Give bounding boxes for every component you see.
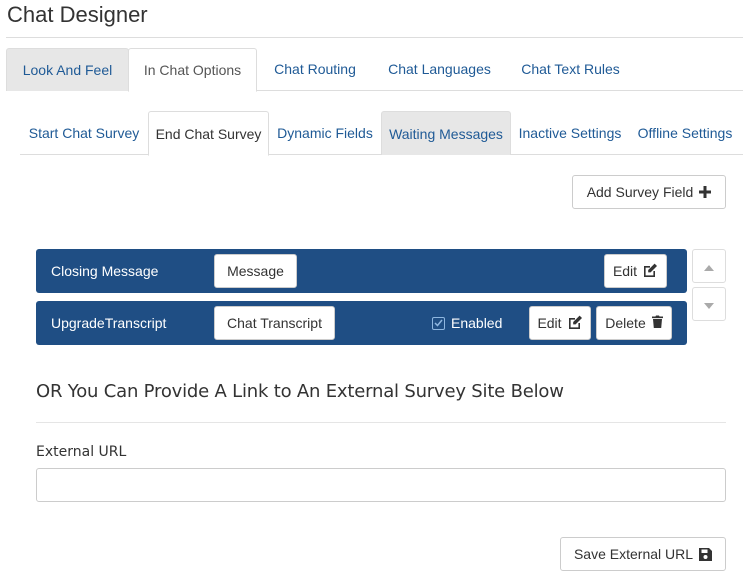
delete-button[interactable]: Delete [596,306,672,340]
tab-end-chat-survey[interactable]: End Chat Survey [148,111,269,156]
tab-chat-routing[interactable]: Chat Routing [257,48,373,91]
external-url-label: External URL [36,444,127,460]
add-survey-field-label: Add Survey Field [586,184,694,200]
floppy-disk-icon [699,547,713,561]
secondary-tabs: Start Chat Survey End Chat Survey Dynami… [20,111,743,156]
external-url-input[interactable] [36,468,726,502]
edit-button[interactable]: Edit [529,306,591,340]
add-survey-field-button[interactable]: Add Survey Field [572,175,726,209]
tab-start-chat-survey[interactable]: Start Chat Survey [20,111,148,155]
tab-chat-languages[interactable]: Chat Languages [373,48,506,91]
survey-field-row: Closing Message Message Edit [36,249,687,293]
edit-button[interactable]: Edit [604,254,667,288]
save-external-url-label: Save External URL [573,546,694,562]
tab-look-and-feel[interactable]: Look And Feel [6,48,129,91]
tab-waiting-messages[interactable]: Waiting Messages [381,111,511,155]
caret-up-icon [704,258,714,274]
move-down-button[interactable] [692,287,726,321]
tab-dynamic-fields[interactable]: Dynamic Fields [270,111,380,155]
checkbox-icon[interactable] [432,316,445,330]
caret-down-icon [704,296,714,312]
tab-in-chat-options[interactable]: In Chat Options [128,48,257,92]
save-external-url-button[interactable]: Save External URL [560,537,726,571]
tab-inactive-settings[interactable]: Inactive Settings [511,111,629,155]
enabled-indicator[interactable]: Enabled [432,301,502,345]
section-divider [36,422,726,423]
survey-field-name: Closing Message [51,263,159,279]
survey-field-name: UpgradeTranscript [51,315,167,331]
move-up-button[interactable] [692,249,726,283]
field-type-button[interactable]: Chat Transcript [214,306,335,340]
page-title: Chat Designer [7,2,148,27]
tab-offline-settings[interactable]: Offline Settings [629,111,741,155]
tab-chat-text-rules[interactable]: Chat Text Rules [506,48,635,91]
plus-icon [699,186,712,198]
edit-icon [643,263,658,280]
edit-icon [568,315,583,332]
field-type-button[interactable]: Message [214,254,297,288]
enabled-label: Enabled [451,315,503,331]
section-heading: OR You Can Provide A Link to An External… [36,381,564,402]
primary-tabs: Look And Feel In Chat Options Chat Routi… [6,48,743,92]
title-divider [6,37,743,38]
trash-icon [651,315,663,331]
survey-field-row: UpgradeTranscript Chat Transcript Enable… [36,301,687,345]
